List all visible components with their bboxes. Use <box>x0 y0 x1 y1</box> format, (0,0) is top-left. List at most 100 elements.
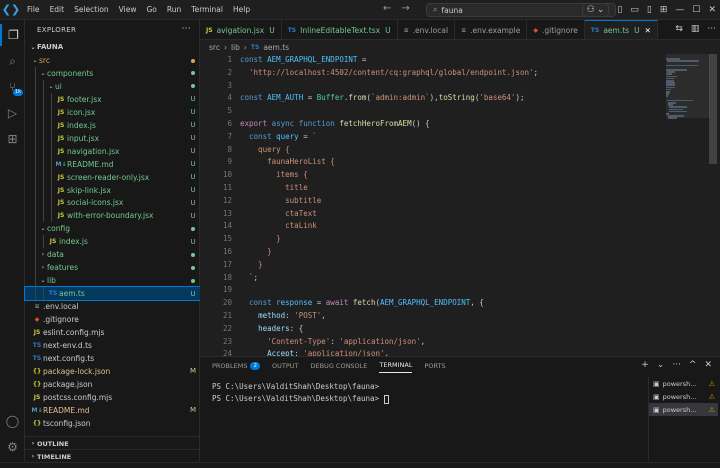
menu-help[interactable]: Help <box>228 0 255 20</box>
outline-section[interactable]: › OUTLINE <box>25 436 200 450</box>
terminal-instance[interactable]: ▣ powersh... ⚠ <box>649 390 718 403</box>
new-terminal-icon[interactable]: + <box>641 360 649 370</box>
editor-tab[interactable]: ≡ .env.local <box>398 20 456 39</box>
tree-file[interactable]: JS index.js U <box>25 118 200 132</box>
code-line: ctaLink <box>240 220 650 233</box>
code-token: method <box>258 310 286 320</box>
more-actions-icon[interactable]: ··· <box>672 360 681 370</box>
menu-terminal[interactable]: Terminal <box>186 0 228 20</box>
panel-tab-problems[interactable]: PROBLEMS 2 <box>212 361 260 373</box>
layout-icon[interactable]: ⊞ <box>660 5 668 15</box>
more-actions-icon[interactable]: ··· <box>182 24 191 34</box>
editor-tab[interactable]: ◆ .gitignore <box>527 20 585 39</box>
explorer-icon[interactable]: ❐ <box>0 24 25 46</box>
tree-file[interactable]: JS social-icons.jsx U <box>25 196 200 210</box>
tree-file[interactable]: JS navigation.jsx U <box>25 144 200 158</box>
workspace-root-label: FAUNA <box>37 43 64 51</box>
tree-file[interactable]: M↓ README.md M <box>25 404 200 417</box>
tree-file[interactable]: JS index.js U <box>25 235 200 249</box>
tree-file[interactable]: M↓ README.md U <box>25 157 200 171</box>
toggle-panel-icon[interactable]: ▭ <box>630 5 639 15</box>
compare-icon[interactable]: ⇆ <box>675 24 683 34</box>
close-panel-icon[interactable]: ✕ <box>704 360 712 370</box>
tree-folder[interactable]: › features <box>25 261 200 275</box>
panel-tab-terminal[interactable]: TERMINAL <box>379 361 413 373</box>
search-view-icon[interactable]: ⌕ <box>0 50 25 72</box>
extensions-icon[interactable]: ⊞ <box>0 128 25 150</box>
more-actions-icon[interactable]: ··· <box>707 24 716 34</box>
maximize-panel-icon[interactable]: ^ <box>689 360 697 370</box>
menu-edit[interactable]: Edit <box>45 0 70 20</box>
tree-folder[interactable]: ⌄ config <box>25 222 200 236</box>
tree-file[interactable]: TS aem.ts U <box>24 286 201 302</box>
tab-label: .gitignore <box>542 25 578 35</box>
terminal-instance[interactable]: ▣ powersh... ⚠ <box>649 403 718 416</box>
terminal-instance-label: powersh... <box>662 392 697 401</box>
maximize-icon[interactable]: ☐ <box>692 5 700 15</box>
breadcrumb-item[interactable]: src <box>209 43 220 52</box>
panel-tab-ports[interactable]: PORTS <box>424 361 445 373</box>
editor-scrollbar[interactable] <box>709 54 717 164</box>
tree-folder[interactable]: ⌄ ui <box>25 79 200 93</box>
toggle-sidebar-icon[interactable]: ▯ <box>617 5 622 15</box>
menu-view[interactable]: View <box>114 0 142 20</box>
toggle-secondary-sidebar-icon[interactable]: ▯ <box>647 5 652 15</box>
editor-tab[interactable]: TS aem.ts U ✕ <box>584 20 658 39</box>
tree-file[interactable]: JS screen-reader-only.jsx U <box>25 170 200 184</box>
workspace-root[interactable]: ⌄ FAUNA <box>25 40 199 54</box>
tree-file[interactable]: {} tsconfig.json <box>25 417 200 430</box>
copilot-button[interactable]: ⚇ ⌄ <box>581 3 610 17</box>
menu-selection[interactable]: Selection <box>69 0 114 20</box>
line-number: 20 <box>222 298 232 308</box>
chevron-down-icon[interactable]: ⌄ <box>657 360 665 370</box>
menu-run[interactable]: Run <box>162 0 186 20</box>
tree-file[interactable]: JS input.jsx U <box>25 131 200 145</box>
tree-file[interactable]: JS eslint.config.mjs <box>25 326 200 339</box>
breadcrumb-item[interactable]: aem.ts <box>263 43 289 52</box>
minimize-icon[interactable]: — <box>675 5 684 15</box>
tree-file[interactable]: JS footer.jsx U <box>25 92 200 106</box>
settings-gear-icon[interactable]: ⚙ <box>0 436 25 458</box>
split-editor-icon[interactable]: ▥ <box>691 24 700 34</box>
back-arrow-icon[interactable]: ← <box>383 3 391 14</box>
editor-tab[interactable]: TS InlineEditableText.tsx U <box>282 20 398 39</box>
tree-file[interactable]: ◆ .gitignore <box>25 313 200 326</box>
panel-tab-debug-console[interactable]: DEBUG CONSOLE <box>310 361 367 373</box>
chevron-right-icon: › <box>31 440 35 447</box>
tree-folder[interactable]: ⌄ src <box>25 54 200 67</box>
tree-file[interactable]: JS with-error-boundary.jsx U <box>25 209 200 223</box>
breadcrumb-item[interactable]: lib <box>231 43 240 52</box>
source-control-icon[interactable]: ⑂ 1k <box>0 76 25 98</box>
tree-folder[interactable]: ⌄ lib <box>25 274 200 288</box>
code-token: : <box>285 310 295 320</box>
tree-file[interactable]: TS next.config.ts <box>25 352 200 365</box>
terminal-prompt: PS C:\Users\ValditShah\Desktop\fauna> <box>212 394 384 403</box>
forward-arrow-icon[interactable]: → <box>401 3 409 14</box>
tree-file[interactable]: JS postcss.config.mjs <box>25 391 200 404</box>
tree-file[interactable]: ≡ .env.local <box>25 300 200 313</box>
menu-go[interactable]: Go <box>141 0 161 20</box>
tree-folder[interactable]: ⌄ components <box>25 66 200 80</box>
js-file-icon: JS <box>49 238 57 246</box>
close-icon[interactable]: ✕ <box>708 5 716 15</box>
code-content[interactable]: const AEM_GRAPHQL_ENDPOINT = 'http://loc… <box>240 54 650 356</box>
tree-file[interactable]: {} package.json <box>25 378 200 391</box>
menu-file[interactable]: File <box>22 0 45 20</box>
terminal-instance[interactable]: ▣ powersh... ⚠ <box>649 377 718 390</box>
terminal-output[interactable]: PS C:\Users\ValditShah\Desktop\fauna> PS… <box>212 381 642 405</box>
account-icon[interactable]: ◯ <box>0 410 25 432</box>
tree-file[interactable]: JS icon.jsx U <box>25 105 200 119</box>
tree-file[interactable]: TS next-env.d.ts <box>25 339 200 352</box>
close-tab-icon[interactable]: ✕ <box>645 26 651 35</box>
panel-tab-output[interactable]: OUTPUT <box>272 361 299 373</box>
run-debug-icon[interactable]: ▷ <box>0 102 25 124</box>
minimap[interactable] <box>666 54 710 356</box>
tree-file[interactable]: {} package-lock.json M <box>25 365 200 378</box>
timeline-section[interactable]: › TIMELINE <box>25 449 200 463</box>
tree-folder[interactable]: › data <box>25 248 200 262</box>
code-editor[interactable]: 1234567891011121314151617181920212223242… <box>200 54 720 356</box>
tree-file[interactable]: JS skip-link.jsx U <box>25 183 200 197</box>
editor-tab[interactable]: JS avigation.jsx U <box>200 20 282 39</box>
editor-tab[interactable]: ≡ .env.example <box>455 20 528 39</box>
js-file-icon: JS <box>206 26 213 34</box>
